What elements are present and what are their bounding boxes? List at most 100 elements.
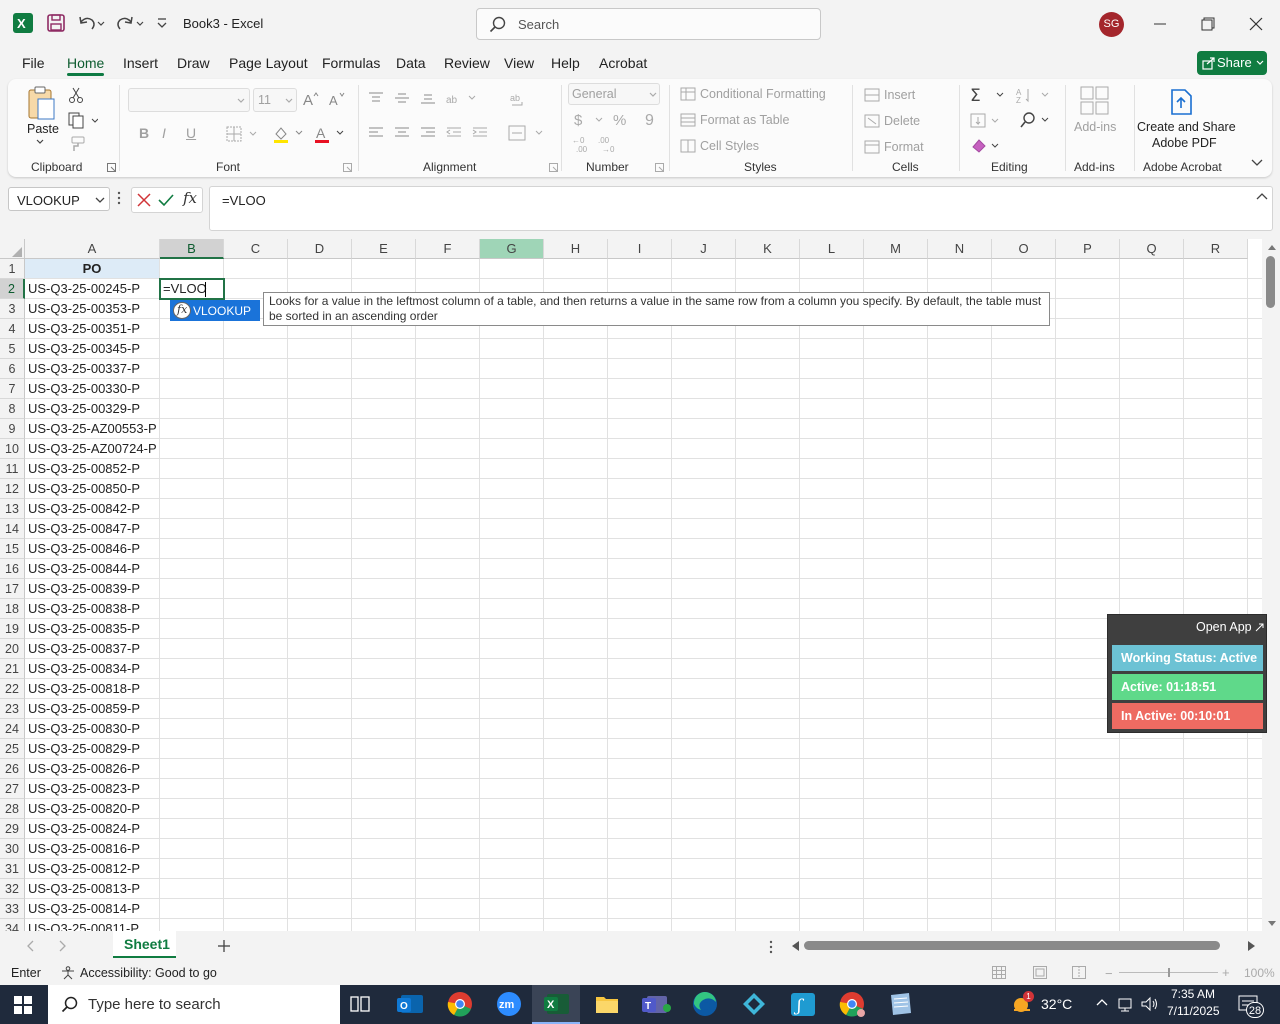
cell-a25[interactable]: US-Q3-25-00829-P	[25, 739, 160, 759]
row-header-2[interactable]: 2	[0, 279, 25, 299]
avatar[interactable]: SG	[1099, 12, 1124, 37]
decrease-font-icon[interactable]: A	[328, 91, 346, 107]
align-right-icon[interactable]	[420, 126, 436, 140]
row-header-7[interactable]: 7	[0, 379, 25, 399]
cell-a32[interactable]: US-Q3-25-00813-P	[25, 879, 160, 899]
column-header-o[interactable]: O	[992, 239, 1056, 259]
save-icon[interactable]	[47, 14, 65, 32]
orientation-icon[interactable]: ab	[446, 91, 476, 105]
italic-button[interactable]: I	[162, 125, 166, 141]
cancel-entry-icon[interactable]	[136, 192, 152, 208]
dialog-launcher-icon[interactable]	[107, 163, 117, 173]
paste-icon[interactable]	[26, 85, 56, 121]
external-link-icon[interactable]	[1255, 623, 1264, 632]
cell-a29[interactable]: US-Q3-25-00824-P	[25, 819, 160, 839]
row-header-34[interactable]: 34	[0, 919, 25, 931]
cell-a22[interactable]: US-Q3-25-00818-P	[25, 679, 160, 699]
vertical-scrollbar[interactable]	[1262, 239, 1280, 931]
percent-icon[interactable]: %	[613, 111, 631, 129]
tab-formulas[interactable]: Formulas	[322, 55, 380, 71]
tab-acrobat[interactable]: Acrobat	[599, 55, 647, 71]
cell-a19[interactable]: US-Q3-25-00835-P	[25, 619, 160, 639]
font-size-select[interactable]: 11	[253, 88, 297, 112]
hscroll-right-icon[interactable]	[1247, 940, 1257, 952]
chrome-icon[interactable]	[434, 985, 482, 1024]
cell-a21[interactable]: US-Q3-25-00834-P	[25, 659, 160, 679]
underline-button[interactable]: U	[186, 125, 196, 141]
decrease-decimal-icon[interactable]: .00 →0	[598, 135, 620, 153]
chrome-profile-icon[interactable]	[826, 985, 874, 1024]
increase-indent-icon[interactable]	[472, 126, 488, 140]
adobe-pdf-label[interactable]: Adobe PDF	[1152, 136, 1217, 150]
tab-view[interactable]: View	[504, 55, 534, 71]
cell-a18[interactable]: US-Q3-25-00838-P	[25, 599, 160, 619]
delete-cells-icon[interactable]	[864, 114, 880, 128]
cell-a14[interactable]: US-Q3-25-00847-P	[25, 519, 160, 539]
horizontal-scroll-thumb[interactable]	[804, 941, 1220, 950]
zoom-slider-thumb[interactable]	[1168, 968, 1170, 977]
tab-file[interactable]: File	[22, 55, 45, 71]
zoom-icon[interactable]: zm	[483, 985, 531, 1024]
format-as-table-button[interactable]: Format as Table	[700, 113, 789, 127]
taskbar-search[interactable]: Type here to search	[48, 985, 340, 1024]
zoom-out-icon[interactable]: −	[1105, 966, 1113, 981]
volume-icon[interactable]	[1141, 996, 1159, 1012]
app-diamond-icon[interactable]	[728, 985, 776, 1024]
header-cell-a1[interactable]: PO	[25, 259, 160, 279]
conditional-formatting-button[interactable]: Conditional Formatting	[700, 87, 826, 101]
cell-a7[interactable]: US-Q3-25-00330-P	[25, 379, 160, 399]
accessibility-icon[interactable]	[61, 966, 77, 980]
number-format-select[interactable]: General	[568, 83, 660, 105]
column-header-a[interactable]: A	[25, 239, 160, 259]
confirm-entry-icon[interactable]	[158, 192, 174, 208]
row-header-9[interactable]: 9	[0, 419, 25, 439]
scroll-left-icon[interactable]	[26, 940, 34, 952]
cell-a26[interactable]: US-Q3-25-00826-P	[25, 759, 160, 779]
column-header-p[interactable]: P	[1056, 239, 1120, 259]
add-sheet-icon[interactable]	[217, 939, 231, 953]
row-header-12[interactable]: 12	[0, 479, 25, 499]
row-header-26[interactable]: 26	[0, 759, 25, 779]
notes-icon[interactable]	[875, 985, 923, 1024]
row-header-25[interactable]: 25	[0, 739, 25, 759]
cell-a15[interactable]: US-Q3-25-00846-P	[25, 539, 160, 559]
column-header-k[interactable]: K	[736, 239, 800, 259]
align-left-icon[interactable]	[368, 126, 384, 140]
cell-a33[interactable]: US-Q3-25-00814-P	[25, 899, 160, 919]
column-header-e[interactable]: E	[352, 239, 416, 259]
find-select-icon[interactable]	[1020, 111, 1056, 129]
cell-a13[interactable]: US-Q3-25-00842-P	[25, 499, 160, 519]
share-button[interactable]: Share	[1197, 51, 1267, 75]
normal-view-icon[interactable]	[992, 966, 1006, 979]
cell-a34[interactable]: US-Q3-25-00811-P	[25, 919, 160, 931]
tab-insert[interactable]: Insert	[123, 55, 158, 71]
row-header-21[interactable]: 21	[0, 659, 25, 679]
column-header-j[interactable]: J	[672, 239, 736, 259]
borders-icon[interactable]	[226, 126, 258, 142]
row-header-20[interactable]: 20	[0, 639, 25, 659]
chevron-down-icon[interactable]	[36, 139, 44, 145]
row-header-11[interactable]: 11	[0, 459, 25, 479]
cell-a2[interactable]: US-Q3-25-00245-P	[25, 279, 160, 299]
cell-a5[interactable]: US-Q3-25-00345-P	[25, 339, 160, 359]
comma-style-icon[interactable]: 9	[644, 111, 656, 129]
wrap-text-icon[interactable]: ab	[510, 92, 526, 108]
row-header-13[interactable]: 13	[0, 499, 25, 519]
insert-cells-button[interactable]: Insert	[884, 88, 915, 102]
sort-filter-icon[interactable]: AZ	[1016, 86, 1050, 104]
create-pdf-icon[interactable]	[1169, 88, 1195, 116]
customize-qat-icon[interactable]	[155, 15, 169, 31]
row-header-27[interactable]: 27	[0, 779, 25, 799]
close-icon[interactable]	[1242, 10, 1270, 38]
scroll-right-icon[interactable]	[59, 940, 67, 952]
row-header-14[interactable]: 14	[0, 519, 25, 539]
middle-align-icon[interactable]	[394, 91, 410, 105]
temperature[interactable]: 32°C	[1041, 996, 1072, 1012]
network-icon[interactable]	[1117, 996, 1135, 1012]
fill-icon[interactable]	[970, 112, 1006, 130]
clear-icon[interactable]	[970, 137, 1006, 155]
row-header-18[interactable]: 18	[0, 599, 25, 619]
row-header-19[interactable]: 19	[0, 619, 25, 639]
cell-a23[interactable]: US-Q3-25-00859-P	[25, 699, 160, 719]
copy-icon[interactable]	[68, 112, 98, 130]
